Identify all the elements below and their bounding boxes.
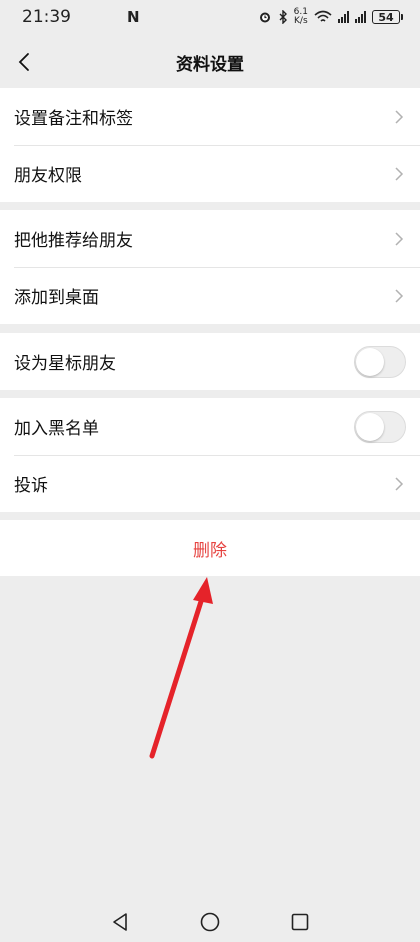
nav-recents-button[interactable] [288,910,312,934]
chevron-right-icon [394,166,406,182]
row-label: 设为星标朋友 [14,354,116,374]
row-label: 加入黑名单 [14,419,99,439]
friend-permissions-row[interactable]: 朋友权限 [0,145,420,202]
system-nav-bar [0,902,420,942]
row-label: 设置备注和标签 [14,109,133,129]
delete-label: 删除 [193,540,227,561]
header: 资料设置 [0,34,420,90]
chevron-right-icon [394,109,406,125]
recommend-to-friend-row[interactable]: 把他推荐给朋友 [0,210,420,267]
blacklist-toggle[interactable] [354,410,406,443]
complain-row[interactable]: 投诉 [0,455,420,512]
row-label: 朋友权限 [14,166,82,186]
settings-group-3: 设为星标朋友 [0,333,420,390]
settings-group-1: 设置备注和标签 朋友权限 [0,88,420,202]
settings-group-2: 把他推荐给朋友 添加到桌面 [0,210,420,324]
row-label: 把他推荐给朋友 [14,231,133,251]
blacklist-row: 加入黑名单 [0,398,420,455]
battery-icon: 54 [372,10,403,24]
chevron-right-icon [394,231,406,247]
nav-back-button[interactable] [108,910,132,934]
page-title: 资料设置 [176,54,244,75]
nav-home-button[interactable] [198,910,222,934]
signal-icon [338,11,349,23]
star-friend-toggle[interactable] [354,345,406,378]
delete-button[interactable]: 删除 [0,520,420,576]
status-bar: 21:39 N 6.1 K/s 54 [0,0,420,34]
row-label: 添加到桌面 [14,288,99,308]
chevron-left-icon [18,53,29,71]
net-speed: 6.1 K/s [293,7,308,26]
star-friend-row: 设为星标朋友 [0,333,420,390]
row-label: 投诉 [14,476,48,496]
wifi-icon [314,10,332,22]
chevron-right-icon [394,476,406,492]
bluetooth-icon [279,10,287,24]
contact-settings-screen: 21:39 N 6.1 K/s 54 资料设置 设置备注和标签 朋友权限 把他推… [0,0,420,942]
signal-icon-2 [355,11,366,23]
chevron-right-icon [394,288,406,304]
set-remark-and-tags-row[interactable]: 设置备注和标签 [0,88,420,145]
status-time: 21:39 [22,7,71,27]
square-recents-icon [291,913,309,931]
alarm-icon [259,12,270,23]
add-to-desktop-row[interactable]: 添加到桌面 [0,267,420,324]
circle-home-icon [200,912,220,932]
back-button[interactable] [4,42,44,82]
settings-group-4: 加入黑名单 投诉 [0,398,420,512]
triangle-back-icon [113,913,127,931]
nfc-icon: N [127,8,140,26]
